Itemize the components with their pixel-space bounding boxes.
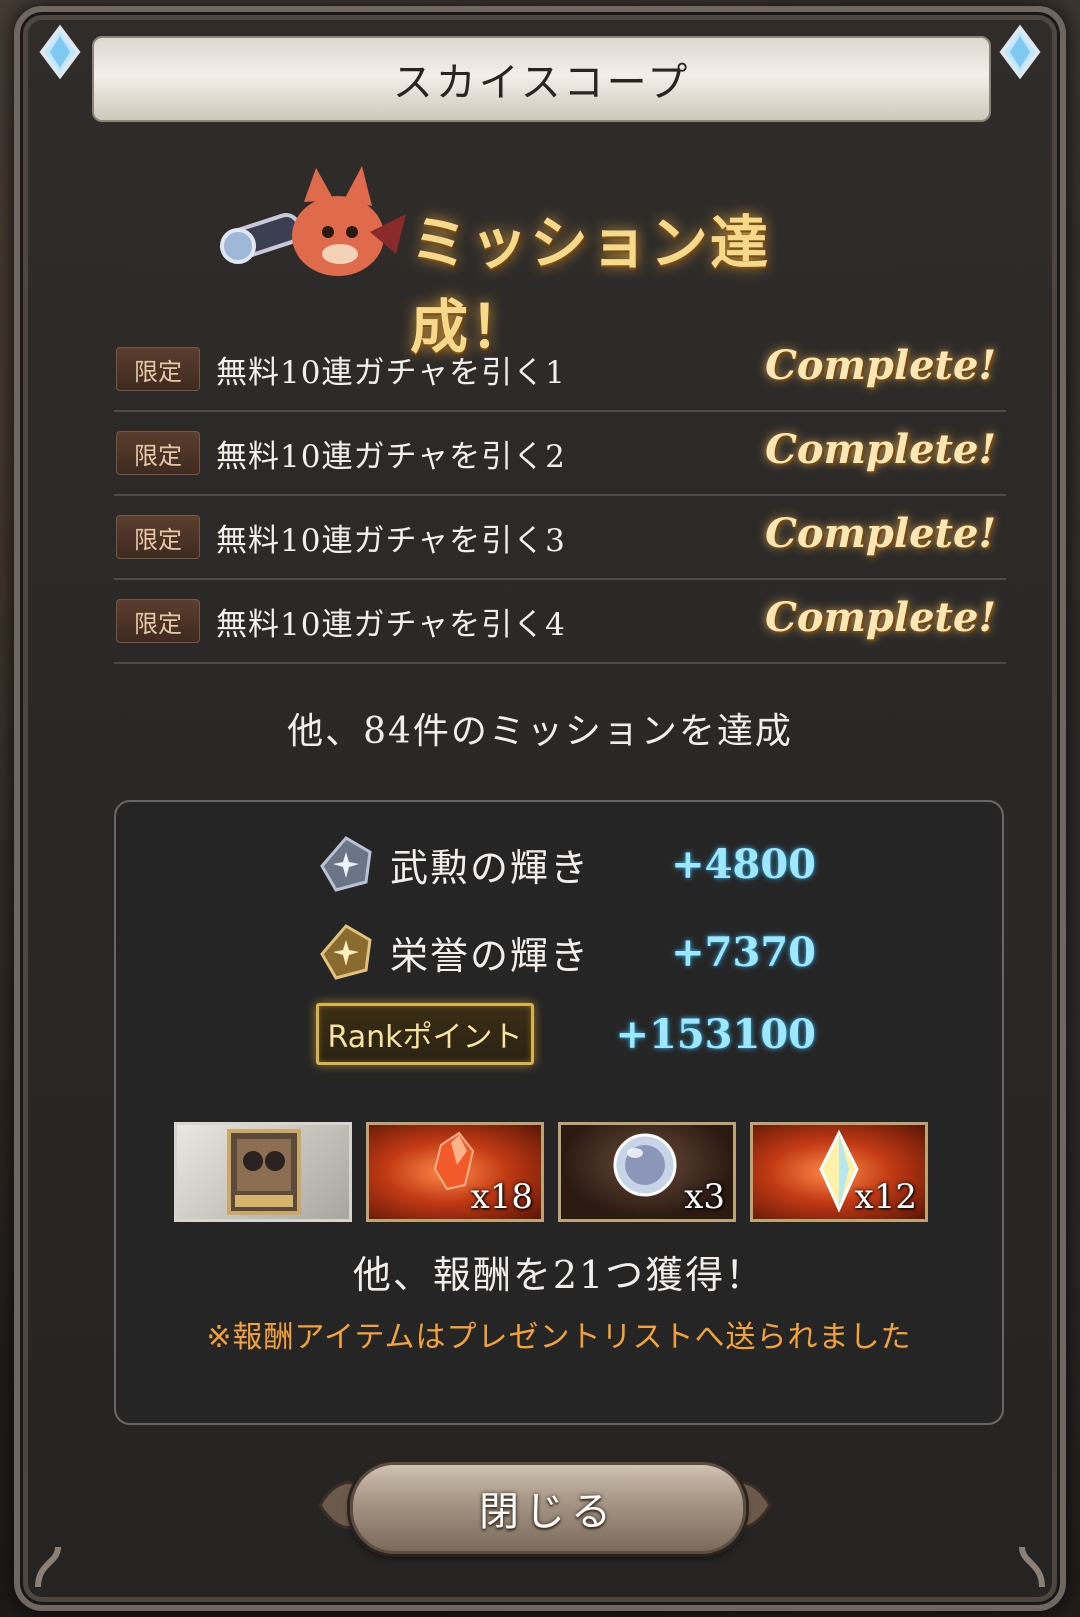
reward-label: 栄誉の輝き <box>390 933 591 978</box>
close-button[interactable]: 閉じる <box>350 1462 746 1554</box>
complete-label: Complete! <box>765 510 996 557</box>
list-item: 限定 無料10連ガチャを引く3 Complete! <box>114 496 1006 580</box>
reward-item[interactable]: x12 <box>750 1122 928 1222</box>
reward-row-gold: 栄誉の輝き +7370 <box>316 916 816 988</box>
mission-name: 無料10連ガチャを引く4 <box>216 606 566 643</box>
scroll-ornament-icon <box>1019 1546 1045 1588</box>
limited-tag: 限定 <box>116 599 200 643</box>
reward-items: x18 x3 x12 <box>174 1122 944 1226</box>
mission-list: 限定 無料10連ガチャを引く1 Complete! 限定 無料10連ガチャを引く… <box>114 328 1006 664</box>
mission-name: 無料10連ガチャを引く2 <box>216 438 566 475</box>
reward-item[interactable] <box>174 1122 352 1222</box>
reward-panel: 武勲の輝き +4800 栄誉の輝き +7370 Rankポイント +153100 <box>114 800 1004 1425</box>
other-rewards-text: 他、報酬を21つ獲得！ <box>352 1253 766 1297</box>
crystal-ornament-icon <box>999 24 1041 80</box>
list-item: 限定 無料10連ガチャを引く1 Complete! <box>114 328 1006 412</box>
mission-name: 無料10連ガチャを引く3 <box>216 522 566 559</box>
mascot-with-telescope-icon <box>220 166 406 276</box>
reward-value: +153100 <box>615 1010 816 1058</box>
ticket-card-icon <box>227 1129 301 1215</box>
reward-item[interactable]: x18 <box>366 1122 544 1222</box>
gold-crest-icon <box>320 924 372 980</box>
complete-label: Complete! <box>765 426 996 473</box>
item-quantity: x12 <box>854 1177 917 1217</box>
other-missions-text: 他、84件のミッションを達成 <box>287 711 793 752</box>
scroll-ornament-icon <box>35 1546 61 1588</box>
mission-name: 無料10連ガチャを引く1 <box>216 354 566 391</box>
reward-row-silver: 武勲の輝き +4800 <box>316 828 816 900</box>
present-list-notice: ※報酬アイテムはプレゼントリストへ送られました <box>206 1320 912 1355</box>
reward-row-rank: Rankポイント +153100 <box>316 998 816 1070</box>
close-button-frame: 閉じる <box>310 1450 780 1560</box>
limited-tag: 限定 <box>116 431 200 475</box>
reward-label: 武勲の輝き <box>390 845 591 890</box>
silver-crest-icon <box>320 836 372 892</box>
item-quantity: x3 <box>684 1177 725 1217</box>
list-item: 限定 無料10連ガチャを引く2 Complete! <box>114 412 1006 496</box>
crystal-ornament-icon <box>39 24 81 80</box>
reward-value: +4800 <box>671 840 816 888</box>
dialog-title: スカイスコープ <box>92 36 991 122</box>
complete-label: Complete! <box>765 594 996 641</box>
complete-label: Complete! <box>765 342 996 389</box>
limited-tag: 限定 <box>116 515 200 559</box>
reward-item[interactable]: x3 <box>558 1122 736 1222</box>
mission-complete-dialog: スカイスコープ ミッション達成！ 限定 無料10連ガチャを引く1 Complet… <box>14 6 1066 1611</box>
item-quantity: x18 <box>470 1177 533 1217</box>
limited-tag: 限定 <box>116 347 200 391</box>
mission-complete-banner: ミッション達成！ <box>220 162 860 361</box>
rank-badge: Rankポイント <box>316 1003 534 1065</box>
list-item: 限定 無料10連ガチャを引く4 Complete! <box>114 580 1006 664</box>
reward-value: +7370 <box>671 928 816 976</box>
